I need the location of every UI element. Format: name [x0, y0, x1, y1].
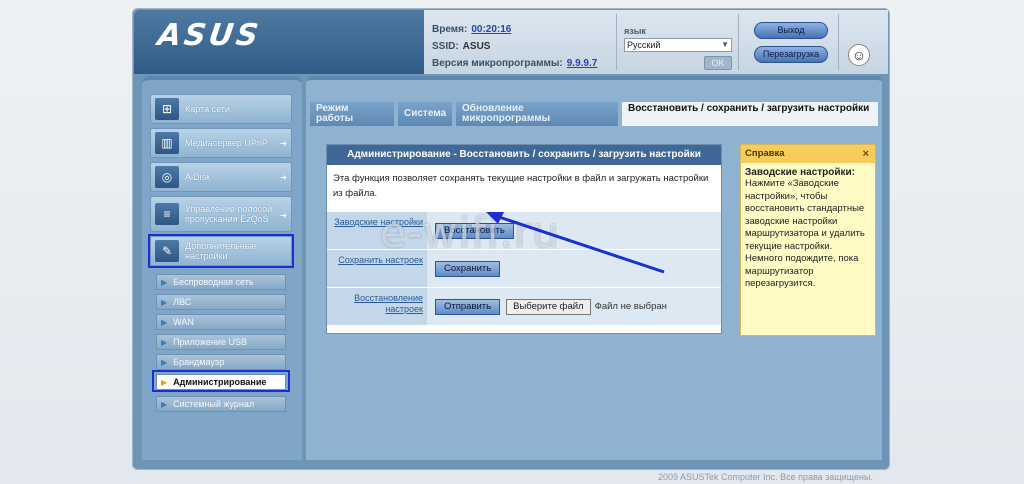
language-label: язык — [624, 26, 646, 36]
triangle-icon: ▶ — [161, 317, 168, 327]
sidebar-sub-usb[interactable]: ▶ Приложение USB — [156, 334, 286, 350]
form-row-save: Сохранить настроек Сохранить — [327, 249, 721, 287]
header: ASUS Время: 00:20:16 SSID: ASUS Версия мик… — [132, 8, 890, 76]
divider — [616, 14, 617, 70]
sidebar-item-upnp[interactable]: ▥ Медиасервер UPnP ➔ — [150, 128, 292, 158]
arrow-icon: ➔ — [280, 173, 287, 182]
divider — [738, 14, 739, 70]
info-area: Время: 00:20:16 SSID: ASUS Версия микропро… — [424, 10, 888, 74]
save-label: Сохранить настроек — [327, 250, 427, 287]
triangle-icon: ▶ — [161, 357, 168, 367]
divider — [838, 14, 839, 70]
arrow-icon: ➔ — [280, 211, 287, 220]
triangle-icon: ▶ — [161, 337, 168, 347]
panel-title: Администрирование - Восстановить / сохра… — [327, 145, 721, 165]
choose-file-button[interactable]: Выберите файл — [506, 298, 591, 315]
arrow-icon: ➔ — [280, 139, 287, 148]
sidebar-sub-firewall[interactable]: ▶ Брандмауэр — [156, 354, 286, 370]
sidebar-item-network-map[interactable]: ⊞ Карта сети — [150, 94, 292, 124]
firmware-row: Версия микропрограммы: 9.9.9.7 — [432, 58, 598, 69]
language-ok-button[interactable]: OK — [704, 56, 732, 70]
tab-firmware[interactable]: Обновление микропрограммы — [456, 102, 618, 126]
logo-area: ASUS — [134, 10, 424, 74]
triangle-icon: ▶ — [161, 399, 168, 409]
help-title: Справка × — [741, 145, 875, 163]
highlight-box — [148, 234, 294, 268]
router-frame: ASUS Время: 00:20:16 SSID: ASUS Версия мик… — [132, 8, 890, 470]
firmware-link[interactable]: 9.9.9.7 — [567, 58, 598, 69]
tab-restore-save[interactable]: Восстановить / сохранить / загрузить нас… — [622, 102, 878, 126]
restore-button[interactable]: Восстановить — [435, 222, 514, 239]
time-row: Время: 00:20:16 — [432, 24, 512, 35]
ssid-row: SSID: ASUS — [432, 41, 491, 52]
main-area: Режим работы Система Обновление микропро… — [306, 76, 882, 460]
language-select[interactable]: Русский ▼ — [624, 38, 732, 52]
sidebar-sub-lan[interactable]: ▶ ЛВС — [156, 294, 286, 310]
help-heading: Заводские настройки: — [745, 167, 855, 178]
help-body: Нажмите «Заводские настройки», чтобы вос… — [745, 178, 865, 289]
settings-form: Заводские настройки Восстановить Сохрани… — [327, 211, 721, 325]
sidebar-item-aidisk[interactable]: ◎ AiDisk ➔ — [150, 162, 292, 192]
form-row-factory: Заводские настройки Восстановить — [327, 211, 721, 249]
upload-button[interactable]: Отправить — [435, 298, 501, 315]
sidebar-sub-wireless[interactable]: ▶ Беспроводная сеть — [156, 274, 286, 290]
avatar-icon: ☺ — [848, 44, 870, 66]
form-row-upload: Восстановление настроек Отправить Выбери… — [327, 287, 721, 325]
logout-button[interactable]: Выход — [754, 22, 828, 39]
reboot-button[interactable]: Перезагрузка — [754, 46, 828, 63]
panel-description: Эта функция позволяет сохранять текущие … — [333, 173, 709, 199]
upload-label: Восстановление настроек — [327, 288, 427, 325]
help-panel: Справка × Заводские настройки: Нажмите «… — [740, 144, 876, 336]
triangle-icon: ▶ — [161, 297, 168, 307]
chevron-down-icon: ▼ — [721, 40, 729, 49]
qos-icon: ≡ — [155, 203, 179, 225]
save-button[interactable]: Сохранить — [435, 260, 501, 277]
file-status: Файл не выбран — [594, 301, 667, 312]
settings-panel: Администрирование - Восстановить / сохра… — [326, 144, 722, 334]
sidebar-sub-syslog[interactable]: ▶ Системный журнал — [156, 396, 286, 412]
ssid-value: ASUS — [462, 41, 491, 52]
footer-copyright: 2009 ASUSTek Computer Inc. Все права защ… — [658, 472, 873, 482]
tab-mode[interactable]: Режим работы — [310, 102, 394, 126]
tab-system[interactable]: Система — [398, 102, 452, 126]
factory-label: Заводские настройки — [327, 212, 427, 249]
aidisk-icon: ◎ — [155, 166, 179, 188]
network-map-icon: ⊞ — [155, 98, 179, 120]
asus-logo: ASUS — [155, 18, 264, 53]
highlight-box — [152, 370, 290, 392]
time-link[interactable]: 00:20:16 — [471, 24, 511, 35]
media-server-icon: ▥ — [155, 132, 179, 154]
sidebar-item-ezqos[interactable]: ≡ Управление полосой пропускания EzQoS ➔ — [150, 196, 292, 232]
triangle-icon: ▶ — [161, 277, 168, 287]
sidebar-sub-wan[interactable]: ▶ WAN — [156, 314, 286, 330]
sidebar: ⊞ Карта сети ▥ Медиасервер UPnP ➔ ◎ AiDi… — [142, 76, 302, 460]
close-icon[interactable]: × — [863, 145, 869, 163]
